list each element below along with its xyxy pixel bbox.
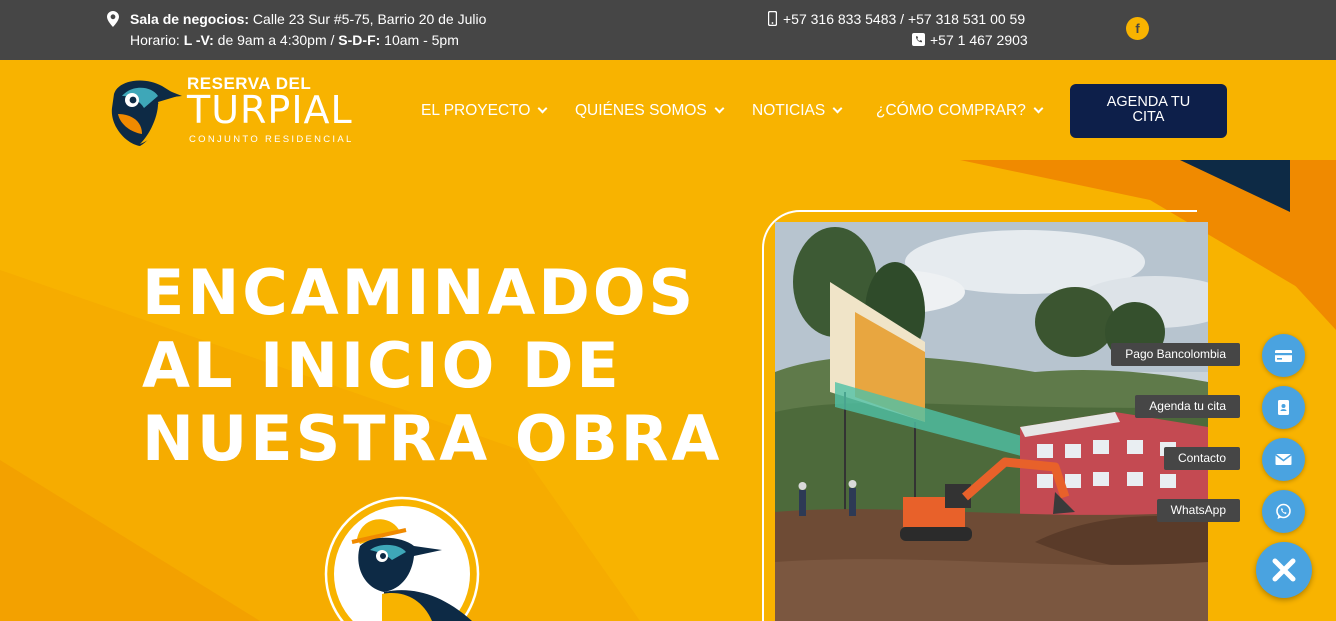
nav-item-label: NOTICIAS: [752, 102, 826, 119]
chevron-down-icon: [832, 103, 843, 114]
weekday-hours: de 9am a 4:30pm /: [213, 32, 339, 48]
pago-bancolombia-button[interactable]: [1262, 334, 1305, 377]
phone-square-icon: [912, 33, 925, 46]
logo-line-turpial: TURPIAL: [187, 88, 353, 132]
hours-prefix: Horario:: [130, 32, 184, 48]
weekend-hours: 10am - 5pm: [380, 32, 459, 48]
chevron-down-icon: [537, 103, 548, 114]
whatsapp-label[interactable]: WhatsApp: [1156, 499, 1240, 522]
logo-line-conjunto: CONJUNTO RESIDENCIAL: [189, 134, 354, 145]
facebook-glyph: f: [1135, 21, 1140, 36]
weekend-label: S-D-F:: [338, 32, 381, 48]
envelope-icon: [1275, 453, 1292, 465]
chevron-down-icon: [714, 103, 725, 114]
hero-headline: ENCAMINADOS AL INICIO DE NUESTRA OBRA: [142, 256, 723, 475]
credit-card-icon: [1275, 350, 1292, 362]
mobile-phones[interactable]: +57 316 833 5483 / +57 318 531 00 59: [783, 10, 1025, 28]
whatsapp-icon: [1276, 503, 1291, 519]
cta-line-1: AGENDA TU: [1106, 94, 1191, 110]
nav-item-label: EL PROYECTO: [421, 102, 531, 119]
facebook-icon[interactable]: f: [1126, 17, 1149, 40]
turpial-bird-logo-icon: [111, 80, 182, 146]
landline-phone[interactable]: +57 1 467 2903: [930, 31, 1028, 49]
sales-office-text: Calle 23 Sur #5-75, Barrio 20 de Julio: [249, 11, 487, 27]
agenda-tu-cita-button[interactable]: AGENDA TU CITA: [1070, 84, 1227, 138]
headline-line-2: AL INICIO DE: [142, 329, 622, 402]
headline-line-1: ENCAMINADOS: [142, 256, 697, 329]
nav-item-label: QUIÉNES SOMOS: [575, 102, 707, 119]
close-icon: [1272, 558, 1296, 582]
floating-menu-close-button[interactable]: [1256, 542, 1312, 598]
nav-item-quienes-somos[interactable]: QUIÉNES SOMOS: [575, 102, 725, 120]
business-hours: Horario: L -V: de 9am a 4:30pm / S-D-F: …: [130, 31, 459, 49]
pago-bancolombia-label[interactable]: Pago Bancolombia: [1111, 343, 1240, 366]
hero-section: ENCAMINADOS AL INICIO DE NUESTRA OBRA Pa…: [0, 160, 1336, 621]
site-header: RESERVA DEL TURPIAL CONJUNTO RESIDENCIAL…: [0, 60, 1336, 160]
sales-office-address: Sala de negocios: Calle 23 Sur #5-75, Ba…: [130, 10, 486, 28]
agenda-tu-cita-float-button[interactable]: [1262, 386, 1305, 429]
sales-office-label: Sala de negocios:: [130, 11, 250, 27]
top-info-bar: Sala de negocios: Calle 23 Sur #5-75, Ba…: [0, 0, 1336, 60]
nav-item-el-proyecto[interactable]: EL PROYECTO: [421, 102, 548, 120]
nav-item-noticias[interactable]: NOTICIAS: [752, 102, 843, 120]
whatsapp-button[interactable]: [1262, 490, 1305, 533]
chevron-down-icon: [1033, 103, 1044, 114]
map-pin-icon: [107, 11, 119, 27]
headline-line-3: NUESTRA OBRA: [142, 402, 723, 475]
mobile-phone-icon: [768, 11, 777, 26]
construction-site-photo: [775, 222, 1208, 621]
address-book-icon: [1278, 400, 1289, 415]
weekday-label: L -V:: [183, 32, 214, 48]
cta-line-2: CITA: [1132, 109, 1165, 125]
agenda-tu-cita-label[interactable]: Agenda tu cita: [1135, 395, 1240, 418]
contacto-button[interactable]: [1262, 438, 1305, 481]
nav-item-como-comprar[interactable]: ¿CÓMO COMPRAR?: [876, 102, 1044, 120]
nav-item-label: ¿CÓMO COMPRAR?: [876, 102, 1026, 119]
contacto-label[interactable]: Contacto: [1163, 447, 1240, 470]
mascot-bird-hardhat-icon: [324, 496, 480, 621]
